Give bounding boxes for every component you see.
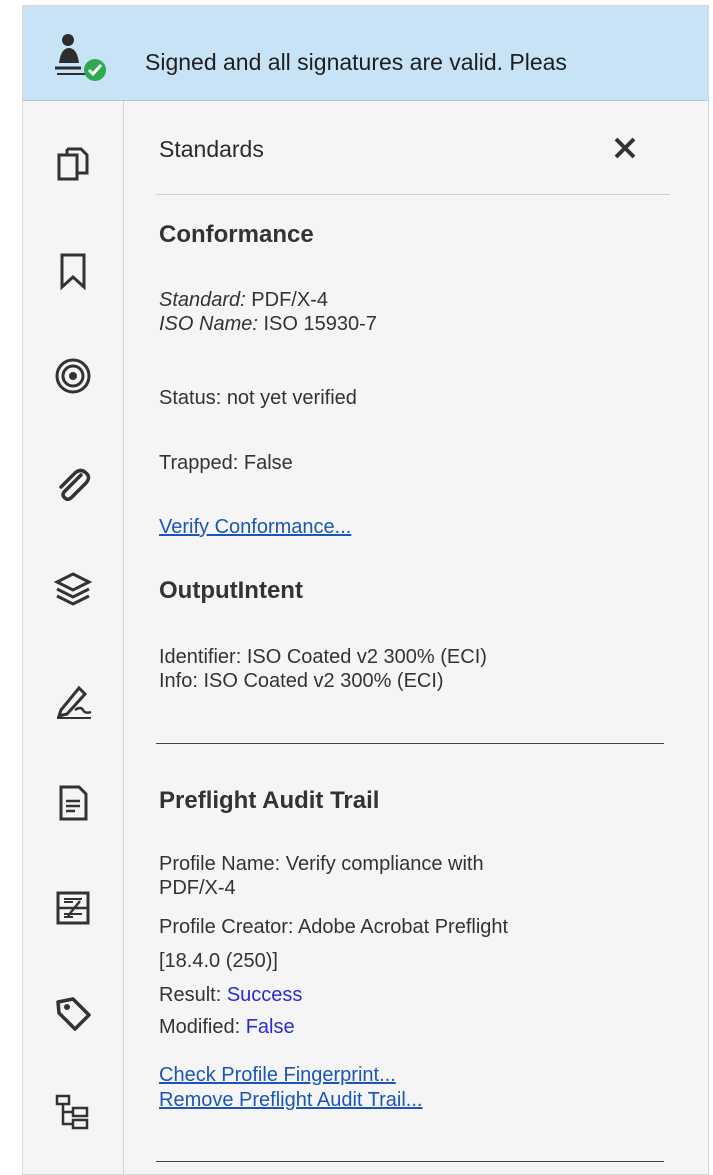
panel-title: Standards xyxy=(159,136,264,162)
modified-label: Modified: xyxy=(159,1016,246,1038)
profile-name-line-2: PDF/X-4 xyxy=(159,877,236,899)
modified-line: Modified: False xyxy=(159,1015,295,1039)
standard-label: Standard: xyxy=(159,289,246,311)
identifier-text: Identifier: ISO Coated v2 300% (ECI) xyxy=(159,646,487,668)
section-divider xyxy=(156,743,664,744)
conformance-heading: Conformance xyxy=(159,221,314,248)
attachment-icon[interactable] xyxy=(49,461,97,509)
tag-icon[interactable] xyxy=(49,989,97,1037)
signature-valid-icon[interactable] xyxy=(51,30,111,82)
profile-creator-line-1: Profile Creator: Adobe Acrobat Preflight xyxy=(159,916,509,938)
layers-icon[interactable] xyxy=(49,566,97,614)
signature-status-message: Signed and all signatures are valid. Ple… xyxy=(145,49,567,75)
trapped-text: Trapped: False xyxy=(159,452,293,474)
document-icon[interactable] xyxy=(49,779,97,827)
remove-preflight-audit-trail-link[interactable]: Remove Preflight Audit Trail... xyxy=(159,1088,422,1112)
bookmark-icon[interactable] xyxy=(49,247,97,295)
check-profile-fingerprint-link[interactable]: Check Profile Fingerprint... xyxy=(159,1063,396,1087)
navigation-rail xyxy=(23,101,124,1174)
iso-name-label: ISO Name: xyxy=(159,313,258,335)
profile-name-line-1: Profile Name: Verify compliance with xyxy=(159,853,484,875)
preflight-heading: Preflight Audit Trail xyxy=(159,787,380,814)
close-icon[interactable] xyxy=(612,135,638,161)
title-divider xyxy=(156,194,670,195)
iso-name-line: ISO Name: ISO 15930-7 xyxy=(159,312,377,336)
sign-pen-icon[interactable] xyxy=(49,676,97,724)
acrobat-window: Signed and all signatures are valid. Ple… xyxy=(22,5,709,1175)
standard-line: Standard: PDF/X-4 xyxy=(159,288,328,312)
compare-icon[interactable] xyxy=(49,884,97,932)
iso-name-value: ISO 15930-7 xyxy=(257,313,377,335)
result-line: Result: Success xyxy=(159,983,302,1007)
standard-value: PDF/X-4 xyxy=(245,289,328,311)
structure-tree-icon[interactable] xyxy=(49,1088,97,1136)
bottom-divider xyxy=(156,1161,664,1162)
result-label: Result: xyxy=(159,984,227,1006)
result-value: Success xyxy=(226,984,303,1006)
pages-icon[interactable] xyxy=(49,141,97,189)
status-text: Status: not yet verified xyxy=(159,387,357,409)
info-text: Info: ISO Coated v2 300% (ECI) xyxy=(159,670,444,692)
verify-conformance-link[interactable]: Verify Conformance... xyxy=(159,515,351,539)
profile-creator-line-2: [18.4.0 (250)] xyxy=(159,950,278,972)
target-icon[interactable] xyxy=(49,352,97,400)
modified-value: False xyxy=(245,1016,295,1038)
output-intent-heading: OutputIntent xyxy=(159,577,303,604)
standards-panel: Standards Conformance Standard: PDF/X-4 … xyxy=(124,101,708,1174)
signature-status-bar: Signed and all signatures are valid. Ple… xyxy=(23,6,708,101)
